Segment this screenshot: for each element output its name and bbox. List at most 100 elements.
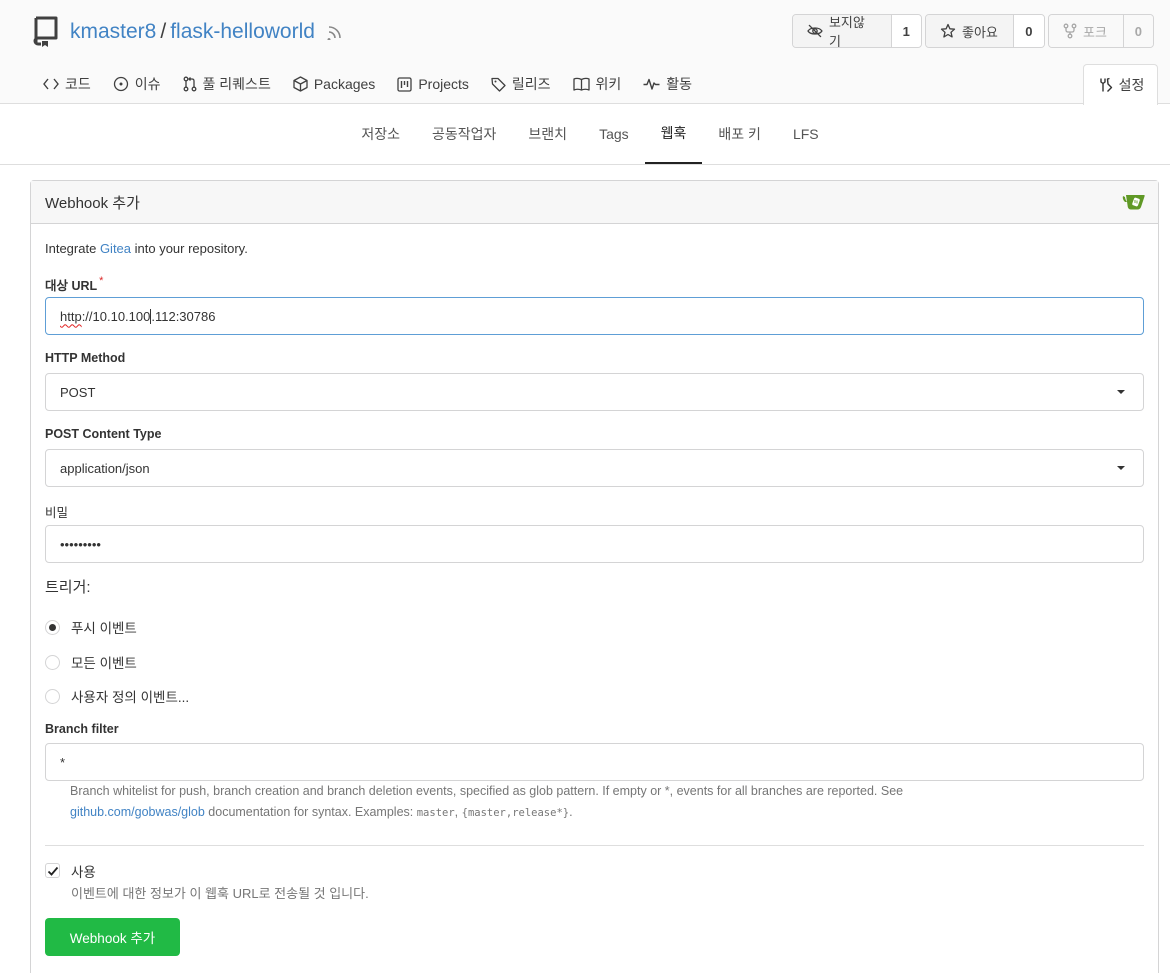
custom-events-radio[interactable] xyxy=(45,688,60,704)
tab-pull-requests-label: 풀 리퀘스트 xyxy=(202,76,271,92)
watch-count[interactable]: 1 xyxy=(891,15,921,47)
active-description: 이벤트에 대한 정보가 이 웹훅 URL로 전송될 것 입니다. xyxy=(71,886,369,901)
subtab-branches[interactable]: 브랜치 xyxy=(512,104,583,164)
secret-value: ••••••••• xyxy=(60,536,101,552)
eye-slash-icon xyxy=(807,24,823,38)
webhook-form-card: Webhook 추가 Integrate Gitea into your rep… xyxy=(30,180,1159,973)
fork-button[interactable]: 포크 xyxy=(1049,15,1124,47)
form-divider xyxy=(45,845,1144,846)
fork-count[interactable]: 0 xyxy=(1123,15,1153,47)
tab-code[interactable]: 코드 xyxy=(32,64,102,104)
secret-label: 비밀 xyxy=(45,506,69,520)
http-method-label: HTTP Method xyxy=(45,351,126,365)
help-text-2: documentation for syntax. Examples: xyxy=(204,805,417,819)
tab-projects[interactable]: Projects xyxy=(386,64,480,104)
tab-packages-label: Packages xyxy=(313,76,376,92)
dropdown-caret-icon xyxy=(1117,390,1125,394)
repo-owner-link[interactable]: kmaster8 xyxy=(70,20,156,44)
help-example-2: {master,release*} xyxy=(461,807,570,819)
fork-button-group[interactable]: 포크 0 xyxy=(1048,14,1154,48)
repo-title: kmaster8 / flask-helloworld xyxy=(32,14,343,50)
tag-icon xyxy=(491,77,506,92)
tab-pull-requests[interactable]: 풀 리퀘스트 xyxy=(172,64,282,104)
subtab-tags[interactable]: Tags xyxy=(583,104,645,164)
unwatch-button[interactable]: 보지않기 xyxy=(793,15,892,47)
dropdown-caret-icon xyxy=(1117,466,1125,470)
tab-activity[interactable]: 활동 xyxy=(632,64,703,104)
active-option[interactable]: 사용 이벤트에 대한 정보가 이 웹훅 URL로 전송될 것 입니다. xyxy=(45,861,369,902)
tab-releases-label: 릴리즈 xyxy=(511,76,551,92)
repo-name-link[interactable]: flask-helloworld xyxy=(170,20,315,44)
push-event-label: 푸시 이벤트 xyxy=(71,621,137,636)
tab-projects-label: Projects xyxy=(418,76,469,92)
star-label: 좋아요 xyxy=(962,24,998,40)
project-icon xyxy=(397,76,412,92)
trigger-all-option[interactable]: 모든 이벤트 xyxy=(45,652,137,672)
fork-icon xyxy=(1063,23,1077,39)
repo-icon xyxy=(33,16,58,47)
intro-prefix: Integrate xyxy=(45,241,100,256)
custom-events-label: 사용자 정의 이벤트... xyxy=(71,690,190,705)
branch-filter-label: Branch filter xyxy=(45,722,119,736)
fork-label: 포크 xyxy=(1083,24,1107,40)
all-events-label: 모든 이벤트 xyxy=(71,656,137,671)
tab-wiki-label: 위키 xyxy=(595,76,622,92)
active-checkbox[interactable] xyxy=(45,863,60,878)
gitea-link[interactable]: Gitea xyxy=(100,241,131,256)
tab-code-label: 코드 xyxy=(65,76,91,92)
tab-settings[interactable]: 설정 xyxy=(1083,64,1158,105)
repo-header: kmaster8 / flask-helloworld 보지않기 1 좋아요 0 xyxy=(0,0,1170,105)
add-webhook-button[interactable]: Webhook 추가 xyxy=(45,918,180,956)
repo-nav-tabs: 코드 이슈 풀 리퀘스트 Packages Projects 릴리즈 위키 활동… xyxy=(32,64,1158,105)
secret-input[interactable]: ••••••••• xyxy=(45,525,1144,563)
watch-button-group[interactable]: 보지않기 1 xyxy=(792,14,922,48)
subtab-deploy-keys[interactable]: 배포 키 xyxy=(702,104,777,164)
tab-activity-label: 활동 xyxy=(666,76,693,92)
push-event-radio[interactable] xyxy=(45,619,60,635)
check-icon xyxy=(47,866,59,876)
active-text: 사용 이벤트에 대한 정보가 이 웹훅 URL로 전송될 것 입니다. xyxy=(71,861,369,902)
active-label: 사용 xyxy=(71,865,96,880)
card-header: Webhook 추가 xyxy=(31,181,1158,224)
pulse-icon xyxy=(643,78,660,90)
gitea-logo-icon xyxy=(1122,195,1145,210)
rss-icon[interactable] xyxy=(327,24,343,40)
subtab-repository[interactable]: 저장소 xyxy=(345,104,416,164)
url-value-protocol: http xyxy=(60,308,82,324)
subtab-collaborators[interactable]: 공동작업자 xyxy=(416,104,512,164)
tools-icon xyxy=(1099,77,1112,92)
http-method-value: POST xyxy=(60,384,96,400)
tab-issues[interactable]: 이슈 xyxy=(102,64,172,104)
help-comma: , xyxy=(454,805,462,819)
target-url-input[interactable]: http://10.10.100.112:30786 xyxy=(45,297,1144,335)
tab-wiki[interactable]: 위키 xyxy=(562,64,633,104)
settings-sub-tabs: 저장소 공동작업자 브랜치 Tags 웹훅 배포 키 LFS xyxy=(0,104,1170,165)
code-icon xyxy=(43,78,59,90)
branch-filter-help: Branch whitelist for push, branch creati… xyxy=(70,781,1030,824)
star-button-group[interactable]: 좋아요 0 xyxy=(925,14,1045,48)
trigger-push-option[interactable]: 푸시 이벤트 xyxy=(45,617,137,637)
tab-releases[interactable]: 릴리즈 xyxy=(480,64,562,104)
branch-filter-input[interactable]: * xyxy=(45,743,1144,781)
book-icon xyxy=(572,77,590,91)
trigger-custom-option[interactable]: 사용자 정의 이벤트... xyxy=(45,686,189,706)
star-button[interactable]: 좋아요 xyxy=(926,15,1014,47)
help-text-1: Branch whitelist for push, branch creati… xyxy=(70,784,904,798)
unwatch-label: 보지않기 xyxy=(828,15,865,48)
help-end: . xyxy=(569,805,573,819)
glob-doc-link[interactable]: github.com/gobwas/glob xyxy=(70,805,205,819)
intro-text: Integrate Gitea into your repository. xyxy=(45,241,248,256)
subtab-webhooks[interactable]: 웹훅 xyxy=(644,104,703,164)
help-example-1: master xyxy=(416,807,455,819)
content-type-value: application/json xyxy=(60,460,150,476)
url-value-rest: .112:30786 xyxy=(151,308,216,324)
subtab-lfs[interactable]: LFS xyxy=(777,104,835,164)
tab-packages[interactable]: Packages xyxy=(282,64,386,104)
star-count[interactable]: 0 xyxy=(1013,15,1044,47)
trigger-title: 트리거: xyxy=(45,579,91,596)
all-events-radio[interactable] xyxy=(45,654,60,670)
url-value-mid: ://10.10.100 xyxy=(81,308,151,324)
content-type-select[interactable]: application/json xyxy=(45,449,1144,487)
required-marker: * xyxy=(99,275,104,287)
http-method-select[interactable]: POST xyxy=(45,373,1144,411)
